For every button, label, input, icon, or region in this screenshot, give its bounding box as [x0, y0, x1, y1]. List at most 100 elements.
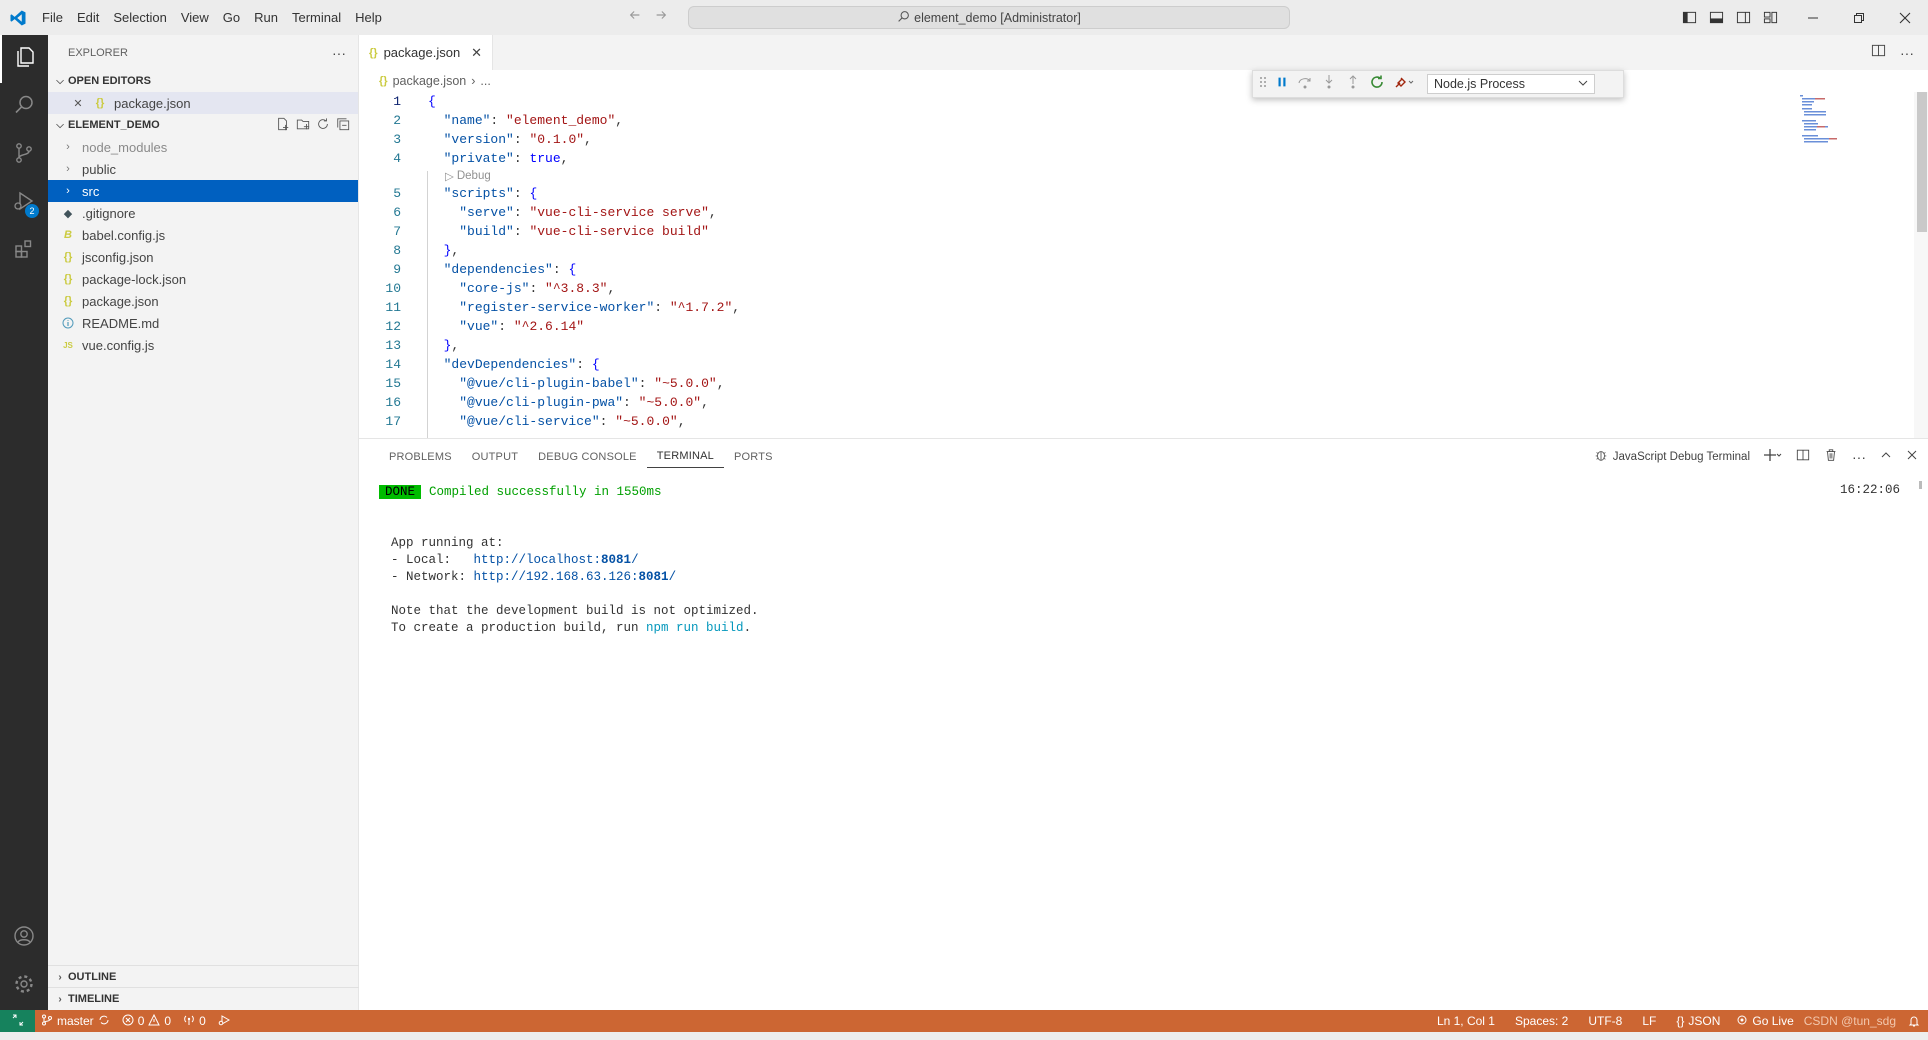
- file-package-lock[interactable]: {} package-lock.json: [48, 268, 358, 290]
- more-actions-icon[interactable]: ···: [1852, 449, 1866, 465]
- more-actions-icon[interactable]: ···: [1900, 45, 1914, 61]
- tab-output[interactable]: OUTPUT: [462, 439, 528, 474]
- restart-icon[interactable]: [1369, 74, 1385, 95]
- file-readme[interactable]: README.md: [48, 312, 358, 334]
- scrollbar-thumb[interactable]: [1917, 92, 1927, 232]
- explorer-activity[interactable]: [0, 35, 48, 83]
- collapse-all-icon[interactable]: [336, 117, 350, 134]
- file-babel-config[interactable]: B babel.config.js: [48, 224, 358, 246]
- close-panel-icon[interactable]: [1906, 449, 1918, 464]
- toggle-panel-icon[interactable]: [1703, 0, 1730, 35]
- step-out-icon[interactable]: [1345, 74, 1361, 95]
- network-url[interactable]: http://192.168.63.126:: [474, 570, 639, 584]
- tab-problems[interactable]: PROBLEMS: [379, 439, 462, 474]
- manage-activity[interactable]: [0, 962, 48, 1010]
- end-of-line[interactable]: LF: [1632, 1014, 1666, 1028]
- close-window-button[interactable]: [1882, 0, 1928, 35]
- trash-icon[interactable]: [1824, 448, 1838, 465]
- network-port[interactable]: 8081: [639, 570, 669, 584]
- timeline-section[interactable]: › TIMELINE: [48, 988, 359, 1010]
- breadcrumb-file[interactable]: package.json: [393, 74, 467, 88]
- folder-public[interactable]: › public: [48, 158, 358, 180]
- run-debug-activity[interactable]: 2: [0, 179, 48, 227]
- tab-ports[interactable]: PORTS: [724, 439, 783, 474]
- minimize-button[interactable]: [1790, 0, 1836, 35]
- folder-node-modules[interactable]: › node_modules: [48, 136, 358, 158]
- minimap[interactable]: [1799, 93, 1849, 153]
- menu-go[interactable]: Go: [216, 0, 247, 35]
- menu-run[interactable]: Run: [247, 0, 285, 35]
- step-into-icon[interactable]: [1321, 74, 1337, 95]
- terminal-scrollbar[interactable]: [1919, 481, 1922, 489]
- disconnect-icon[interactable]: [1393, 74, 1415, 95]
- local-port[interactable]: 8081: [601, 553, 631, 567]
- code-editor[interactable]: 1{ 2 "name": "element_demo", 3 "version"…: [359, 92, 1928, 438]
- accounts-activity[interactable]: [0, 914, 48, 962]
- debug-config-select[interactable]: Node.js Process: [1427, 74, 1595, 94]
- menu-edit[interactable]: Edit: [70, 0, 106, 35]
- notifications-icon[interactable]: [1900, 1015, 1928, 1027]
- toggle-primary-sidebar-icon[interactable]: [1676, 0, 1703, 35]
- outline-section[interactable]: › OUTLINE: [48, 966, 359, 988]
- js-icon: JS: [63, 340, 73, 350]
- search-activity[interactable]: [0, 83, 48, 131]
- tab-package-json[interactable]: {} package.json ✕: [359, 35, 493, 70]
- maximize-panel-icon[interactable]: [1880, 449, 1892, 464]
- go-live-button[interactable]: Go Live: [1730, 1014, 1799, 1029]
- file-package-json[interactable]: {} package.json: [48, 290, 358, 312]
- ports-indicator[interactable]: 0: [177, 1014, 212, 1029]
- bottom-panel: PROBLEMS OUTPUT DEBUG CONSOLE TERMINAL P…: [359, 438, 1928, 1010]
- new-terminal-icon[interactable]: [1764, 448, 1782, 465]
- split-terminal-icon[interactable]: [1796, 448, 1810, 465]
- menu-view[interactable]: View: [174, 0, 216, 35]
- file-jsconfig[interactable]: {} jsconfig.json: [48, 246, 358, 268]
- code-line: 4 "private": true,: [393, 151, 569, 166]
- cursor-position[interactable]: Ln 1, Col 1: [1427, 1014, 1505, 1028]
- editor-scrollbar[interactable]: [1914, 92, 1928, 438]
- code-line: 17 "@vue/cli-service": "~5.0.0",: [385, 414, 686, 429]
- tab-terminal[interactable]: TERMINAL: [646, 446, 724, 468]
- split-editor-icon[interactable]: [1871, 43, 1886, 63]
- pause-icon[interactable]: [1275, 75, 1289, 94]
- debug-codelens[interactable]: ▷ Debug: [359, 168, 1928, 184]
- file-gitignore[interactable]: ◆ .gitignore: [48, 202, 358, 224]
- encoding[interactable]: UTF-8: [1578, 1014, 1632, 1028]
- open-editors-section[interactable]: ⌵ OPEN EDITORS: [48, 70, 358, 92]
- menu-help[interactable]: Help: [348, 0, 389, 35]
- open-editor-item[interactable]: ✕ {} package.json: [48, 92, 358, 114]
- close-icon[interactable]: ✕: [471, 45, 482, 61]
- terminal-output[interactable]: DONE Compiled successfully in 1550ms App …: [379, 483, 759, 636]
- folder-src[interactable]: › src: [48, 180, 358, 202]
- refresh-icon[interactable]: [316, 117, 330, 134]
- debug-launch-indicator[interactable]: [212, 1014, 236, 1029]
- breadcrumb-more[interactable]: ...: [480, 74, 490, 88]
- menu-file[interactable]: File: [35, 0, 70, 35]
- project-section[interactable]: ⌵ ELEMENT_DEMO: [48, 114, 358, 136]
- file-vue-config[interactable]: JS vue.config.js: [48, 334, 358, 356]
- json-icon: {}: [95, 97, 105, 109]
- branch-indicator[interactable]: master: [35, 1014, 116, 1029]
- tab-debug-console[interactable]: DEBUG CONSOLE: [528, 439, 647, 474]
- forward-arrow-icon[interactable]: [654, 8, 668, 27]
- language-mode[interactable]: {} JSON: [1666, 1014, 1730, 1028]
- terminal-selector[interactable]: JavaScript Debug Terminal: [1594, 448, 1750, 465]
- back-arrow-icon[interactable]: [628, 8, 642, 27]
- source-control-activity[interactable]: [0, 131, 48, 179]
- indentation[interactable]: Spaces: 2: [1505, 1014, 1578, 1028]
- problems-indicator[interactable]: 0 0: [116, 1013, 177, 1029]
- command-center[interactable]: element_demo [Administrator]: [688, 6, 1290, 29]
- menu-selection[interactable]: Selection: [106, 0, 173, 35]
- more-actions-icon[interactable]: ···: [332, 45, 346, 61]
- toggle-secondary-sidebar-icon[interactable]: [1730, 0, 1757, 35]
- local-url[interactable]: http://localhost:: [474, 553, 602, 567]
- remote-indicator[interactable]: [0, 1010, 35, 1032]
- customize-layout-icon[interactable]: [1757, 0, 1784, 35]
- restore-button[interactable]: [1836, 0, 1882, 35]
- step-over-icon[interactable]: [1297, 74, 1313, 95]
- extensions-activity[interactable]: [0, 227, 48, 275]
- new-folder-icon[interactable]: [296, 117, 310, 134]
- close-icon[interactable]: ✕: [70, 97, 86, 110]
- new-file-icon[interactable]: [276, 117, 290, 134]
- drag-handle-icon[interactable]: [1259, 75, 1267, 93]
- menu-terminal[interactable]: Terminal: [285, 0, 348, 35]
